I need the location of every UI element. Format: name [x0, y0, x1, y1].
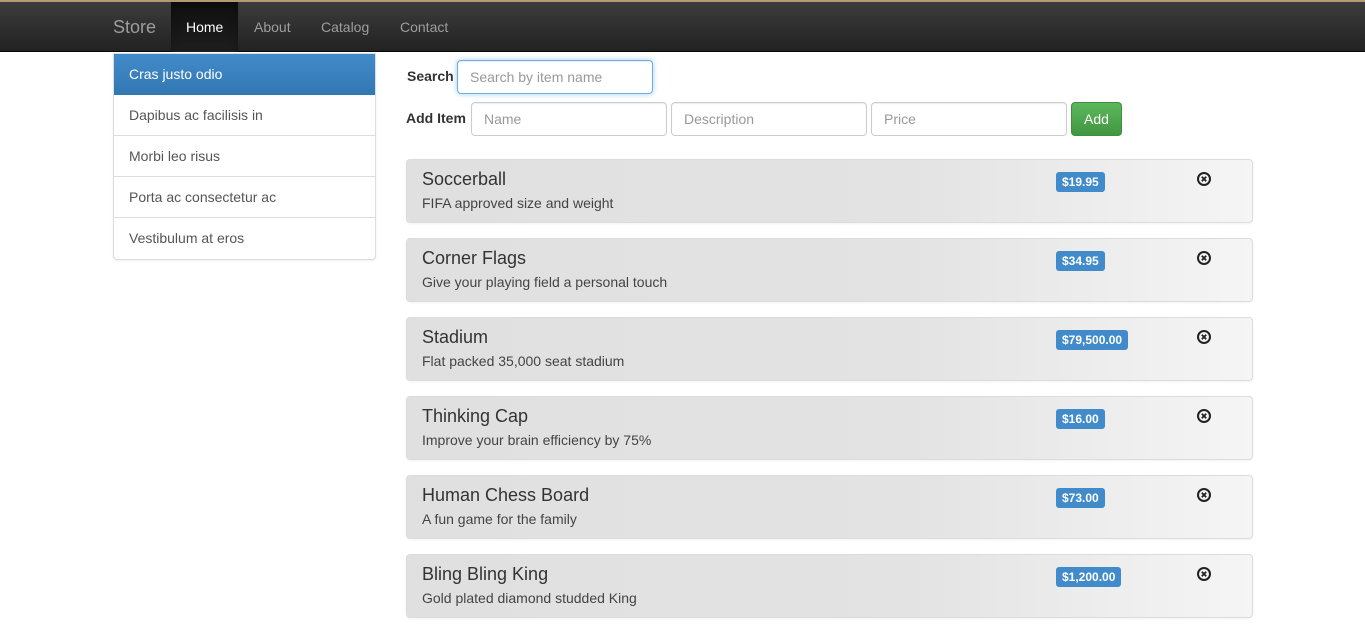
item-name: Stadium [422, 327, 489, 347]
price-badge: $16.00 [1056, 409, 1105, 429]
remove-circle-icon[interactable] [1196, 487, 1212, 503]
remove-circle-icon[interactable] [1196, 408, 1212, 424]
item-name: Corner Flags [422, 248, 527, 268]
item-card: Bling Bling King Gold plated diamond stu… [406, 554, 1253, 618]
price-badge: $79,500.00 [1056, 330, 1129, 350]
price-badge: $19.95 [1056, 172, 1105, 192]
item-card: Thinking Cap Improve your brain efficien… [406, 396, 1253, 460]
item-description: Gold plated diamond studded King [422, 590, 637, 606]
item-name: Bling Bling King [422, 564, 549, 584]
sidebar-item-morbi[interactable]: Morbi leo risus [114, 136, 375, 177]
item-description: FIFA approved size and weight [422, 195, 614, 211]
search-label: Search [407, 68, 454, 84]
nav-item-about[interactable]: About [239, 2, 306, 52]
item-description: Give your playing field a personal touch [422, 274, 668, 290]
item-card: Soccerball FIFA approved size and weight… [406, 159, 1253, 223]
nav-item-contact[interactable]: Contact [385, 2, 463, 52]
price-badge: $1,200.00 [1056, 567, 1122, 587]
item-card: Corner Flags Give your playing field a p… [406, 238, 1253, 302]
item-description: A fun game for the family [422, 511, 577, 527]
top-navbar: Store Home About Catalog Contact [0, 0, 1365, 52]
remove-circle-icon[interactable] [1196, 329, 1212, 345]
remove-circle-icon[interactable] [1196, 566, 1212, 582]
add-item-label: Add Item [406, 110, 466, 126]
sidebar-item-vestibulum[interactable]: Vestibulum at eros [114, 218, 375, 259]
sidebar-item-cras-justo-odio[interactable]: Cras justo odio [114, 54, 375, 95]
item-name: Thinking Cap [422, 406, 529, 426]
sidebar-item-dapibus[interactable]: Dapibus ac facilisis in [114, 95, 375, 136]
search-input[interactable] [457, 60, 653, 94]
price-badge: $73.00 [1056, 488, 1105, 508]
item-card: Stadium Flat packed 35,000 seat stadium … [406, 317, 1253, 381]
item-description: Flat packed 35,000 seat stadium [422, 353, 625, 369]
item-card: Human Chess Board A fun game for the fam… [406, 475, 1253, 539]
price-input[interactable] [871, 102, 1067, 136]
remove-circle-icon[interactable] [1196, 250, 1212, 266]
brand-link[interactable]: Store [113, 2, 156, 52]
sidebar-list: Cras justo odio Dapibus ac facilisis in … [113, 53, 376, 260]
item-name: Human Chess Board [422, 485, 590, 505]
price-badge: $34.95 [1056, 251, 1105, 271]
item-name: Soccerball [422, 169, 507, 189]
remove-circle-icon[interactable] [1196, 171, 1212, 187]
item-list: Soccerball FIFA approved size and weight… [406, 159, 1253, 633]
sidebar-item-porta[interactable]: Porta ac consectetur ac [114, 177, 375, 218]
nav-item-catalog[interactable]: Catalog [306, 2, 384, 52]
name-input[interactable] [471, 102, 667, 136]
description-input[interactable] [671, 102, 867, 136]
item-description: Improve your brain efficiency by 75% [422, 432, 652, 448]
add-button[interactable]: Add [1071, 102, 1122, 136]
nav-item-home[interactable]: Home [171, 2, 239, 52]
